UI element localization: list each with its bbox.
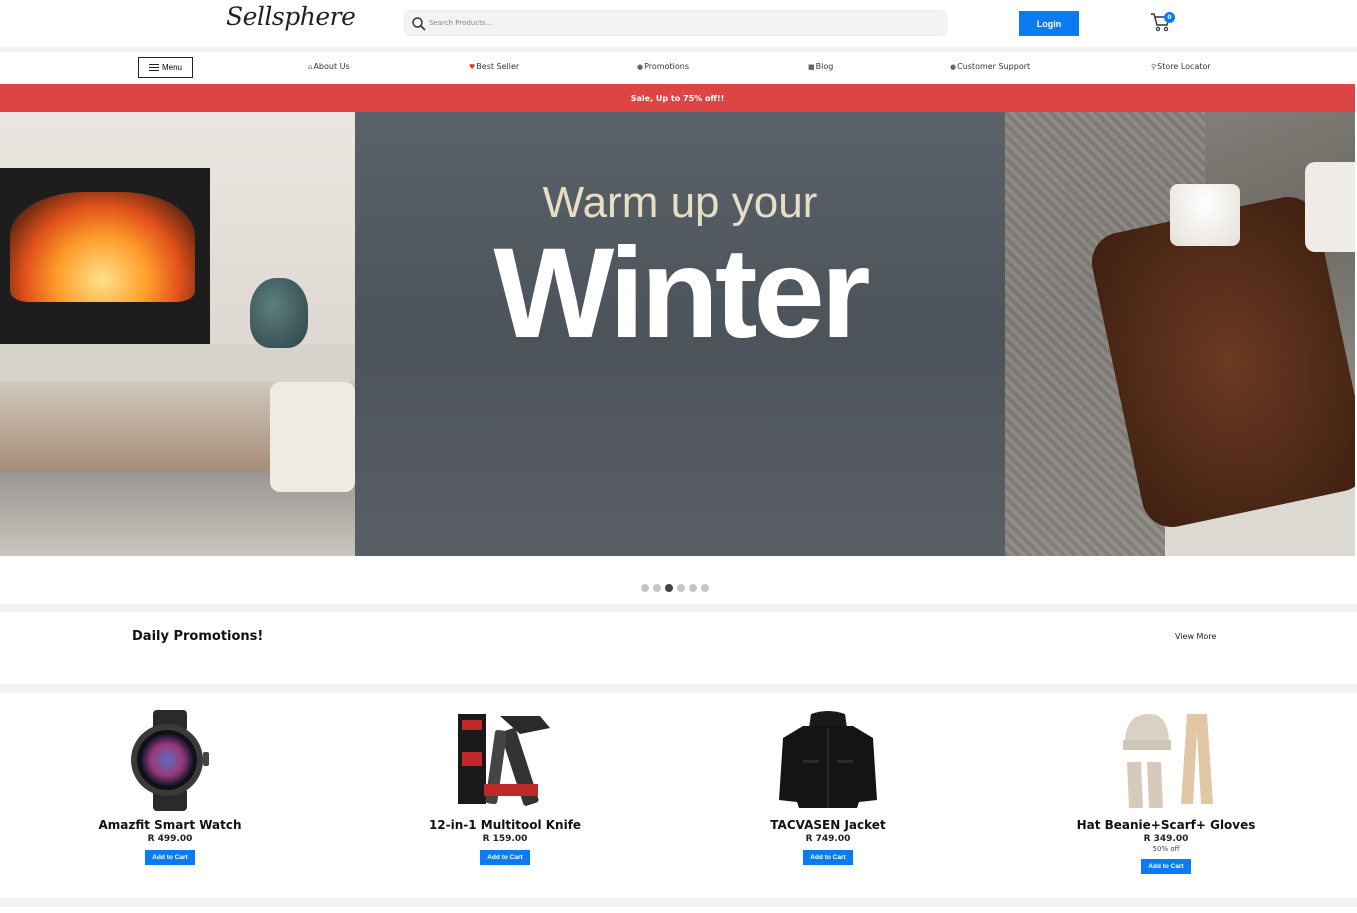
search-bar[interactable] xyxy=(404,10,947,36)
product-name[interactable]: Amazfit Smart Watch xyxy=(50,818,290,832)
home-icon: ⌂ xyxy=(308,62,313,71)
product-price: R 349.00 xyxy=(1143,834,1189,844)
menu-button[interactable]: Menu xyxy=(138,57,193,78)
chat-icon: ● xyxy=(950,62,957,71)
candle xyxy=(1170,184,1240,246)
multitool-image xyxy=(458,714,550,806)
nav-blog-label: Blog xyxy=(815,62,834,71)
carousel-dot[interactable] xyxy=(701,584,709,592)
smartwatch-image xyxy=(131,710,209,811)
add-to-cart-button[interactable]: Add to Cart xyxy=(803,850,853,865)
nav-customer-support[interactable]: ● Customer Support xyxy=(950,62,1030,71)
daily-promotions-heading: Daily Promotions! xyxy=(132,629,264,644)
product-card[interactable]: Hat Beanie+Scarf+ Gloves R 349.00 50% of… xyxy=(1046,708,1286,874)
hero-title: Winter xyxy=(493,222,870,365)
product-image-jacket[interactable] xyxy=(773,708,883,813)
cup xyxy=(1305,162,1355,252)
add-to-cart-button[interactable]: Add to Cart xyxy=(1141,859,1191,874)
product-card[interactable]: TACVASEN Jacket R 749.00 Add to Cart xyxy=(708,708,948,865)
search-input[interactable] xyxy=(429,14,929,32)
product-image-smartwatch[interactable] xyxy=(115,708,225,813)
menu-label: Menu xyxy=(161,63,182,72)
add-to-cart-button[interactable]: Add to Cart xyxy=(480,850,530,865)
tag-icon: ● xyxy=(637,62,644,71)
site-logo[interactable]: Sellsphere xyxy=(226,2,356,31)
nav-best-seller-label: Best Seller xyxy=(476,62,520,71)
hero-banner[interactable]: Warm up your Winter xyxy=(0,112,1355,556)
top-header: Sellsphere Login 0 xyxy=(0,0,1357,47)
blog-icon: ■ xyxy=(808,62,815,71)
product-price: R 749.00 xyxy=(805,834,851,844)
carousel-dot[interactable] xyxy=(689,584,697,592)
hero-fireplace-image xyxy=(0,112,355,556)
nav-customer-support-label: Customer Support xyxy=(957,62,1031,71)
login-button[interactable]: Login xyxy=(1019,11,1079,36)
carousel-dot[interactable] xyxy=(677,584,685,592)
product-price: R 499.00 xyxy=(147,834,193,844)
hamburger-icon xyxy=(148,63,159,72)
product-image-multitool[interactable] xyxy=(450,708,560,813)
hero-text-panel: Warm up your Winter xyxy=(355,112,1005,556)
beanie-scarf-gloves-image xyxy=(1123,714,1213,808)
product-name[interactable]: Hat Beanie+Scarf+ Gloves xyxy=(1046,818,1286,832)
view-more-link[interactable]: View More xyxy=(1175,632,1216,641)
heart-icon: ♥ xyxy=(469,62,476,71)
nav-promotions[interactable]: ● Promotions xyxy=(637,62,689,71)
nav-store-locator-label: Store Locator xyxy=(1157,62,1211,71)
product-name[interactable]: 12-in-1 Multitool Knife xyxy=(385,818,625,832)
nav-promotions-label: Promotions xyxy=(644,62,689,71)
nav-blog[interactable]: ■ Blog xyxy=(808,62,833,71)
nav-store-locator[interactable]: ⚲ Store Locator xyxy=(1151,62,1211,71)
fire xyxy=(10,192,195,302)
divider xyxy=(0,684,1357,693)
nav-about-us-label: About Us xyxy=(313,62,350,71)
product-card[interactable]: Amazfit Smart Watch R 499.00 Add to Cart xyxy=(50,708,290,865)
nav-best-seller[interactable]: ♥ Best Seller xyxy=(469,62,519,71)
cart-count-badge: 0 xyxy=(1164,12,1175,23)
carousel-dot[interactable] xyxy=(653,584,661,592)
hero-cozy-image xyxy=(1005,112,1355,556)
hero-subtitle: Warm up your xyxy=(542,178,818,227)
jacket-image xyxy=(779,711,877,808)
product-image-beanie-set[interactable] xyxy=(1111,708,1221,813)
nav-about-us[interactable]: ⌂ About Us xyxy=(308,62,350,71)
main-nav: Menu ⌂ About Us ♥ Best Seller ● Promotions … xyxy=(0,52,1357,84)
add-to-cart-button[interactable]: Add to Cart xyxy=(145,850,195,865)
divider xyxy=(0,898,1357,907)
vase xyxy=(250,278,308,348)
carousel-dot-active[interactable] xyxy=(665,584,673,592)
discount-label: 50% off xyxy=(1152,845,1180,853)
product-card[interactable]: 12-in-1 Multitool Knife R 159.00 Add to … xyxy=(385,708,625,865)
mantle xyxy=(0,344,355,382)
sale-banner[interactable]: Sale, Up to 75% off!! xyxy=(0,84,1355,112)
carousel-dots xyxy=(641,584,709,592)
carousel-dot[interactable] xyxy=(641,584,649,592)
location-pin-icon: ⚲ xyxy=(1151,62,1157,71)
product-price: R 159.00 xyxy=(482,834,528,844)
search-icon[interactable] xyxy=(411,16,427,32)
product-name[interactable]: TACVASEN Jacket xyxy=(708,818,948,832)
chair xyxy=(270,382,355,492)
divider xyxy=(0,604,1357,612)
